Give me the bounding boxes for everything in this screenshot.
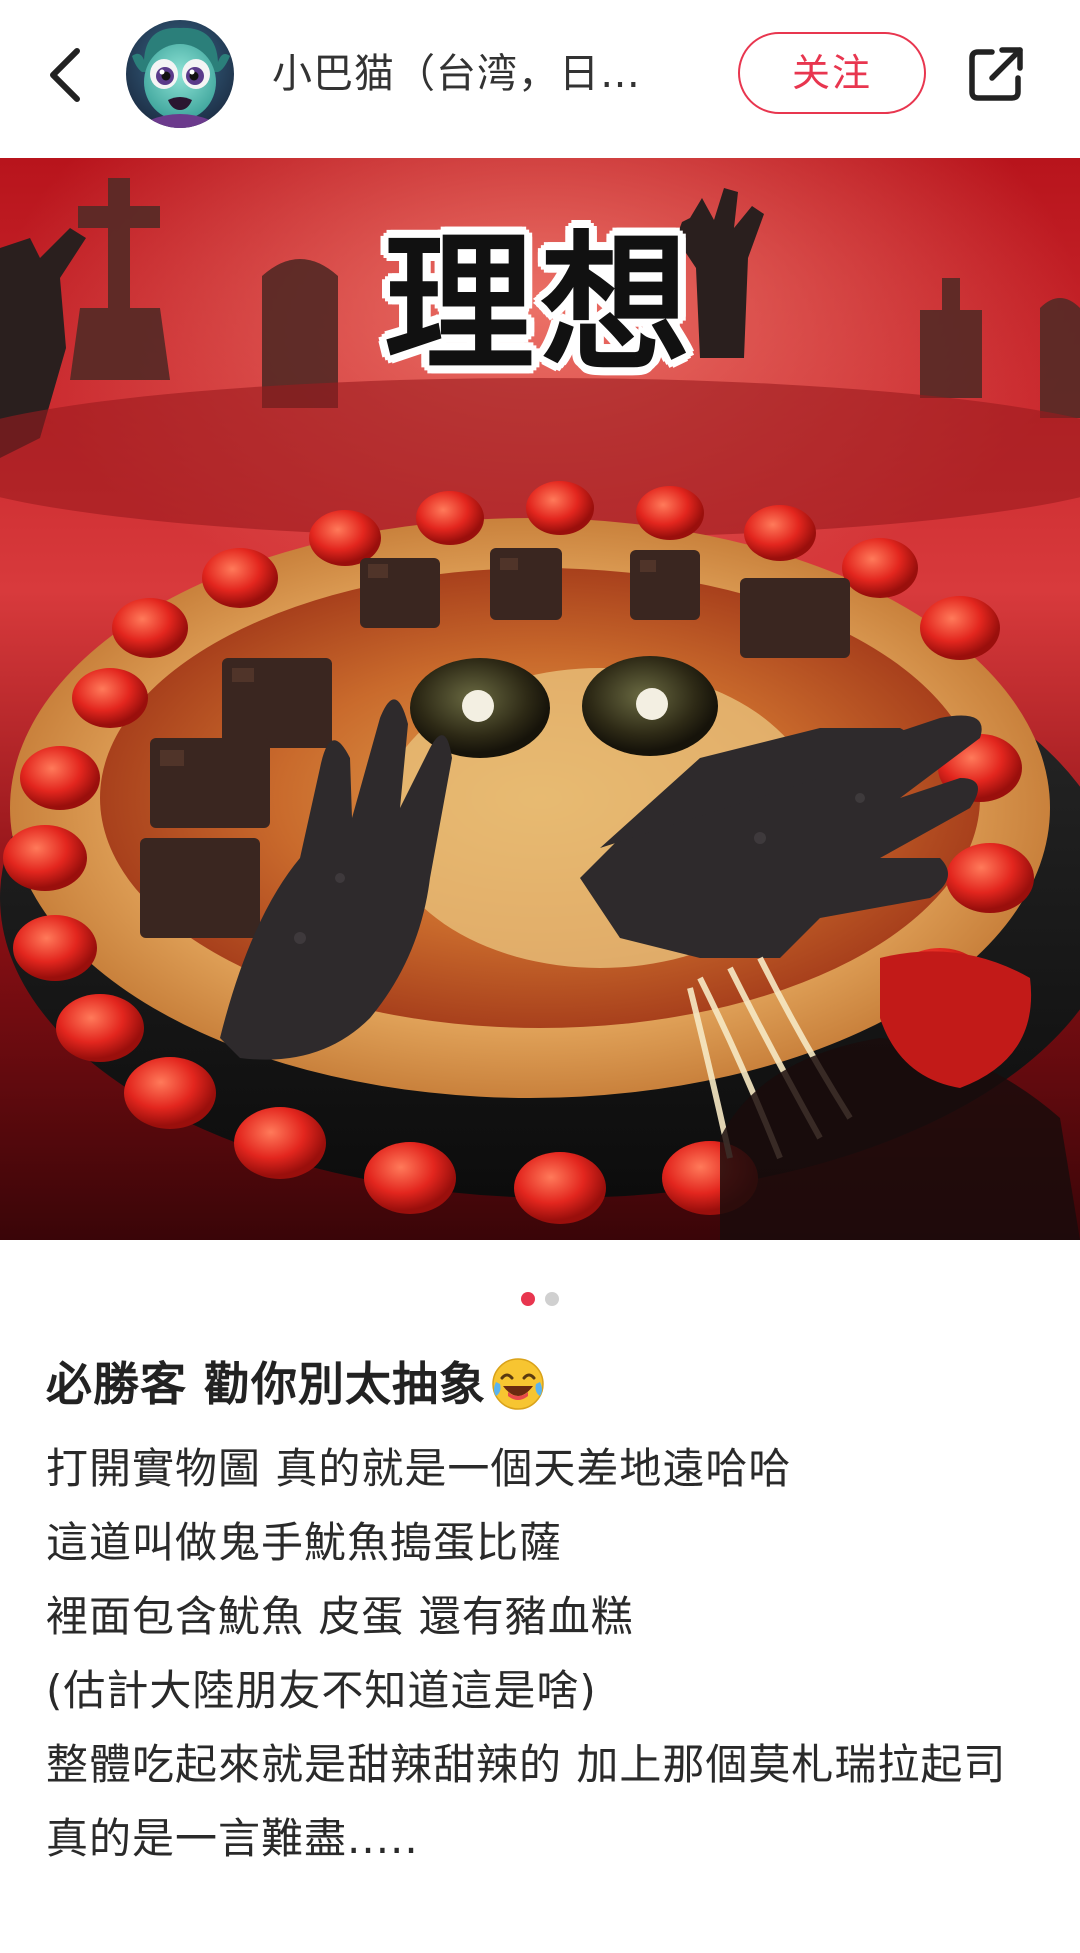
post-line: (估計大陸朋友不知道這是啥) bbox=[46, 1666, 597, 1715]
carousel-pagination bbox=[0, 1292, 1080, 1312]
author-avatar[interactable] bbox=[126, 20, 234, 128]
back-button[interactable] bbox=[30, 30, 100, 120]
post-line: 裡面包含魷魚 皮蛋 還有豬血糕 bbox=[46, 1592, 634, 1641]
post-image-carousel[interactable]: 理想 bbox=[0, 158, 1080, 1240]
share-external-icon bbox=[969, 47, 1023, 101]
post-line: 這道叫做鬼手魷魚搗蛋比薩 bbox=[46, 1518, 563, 1567]
image-overlay-text: 理想 bbox=[383, 218, 696, 392]
post-title-text: 必勝客 勸你別太抽象 bbox=[46, 1357, 487, 1411]
chevron-left-icon bbox=[50, 48, 80, 102]
laughing-crying-emoji-icon bbox=[490, 1356, 546, 1412]
avatar-image bbox=[126, 20, 234, 128]
carousel-dot-1[interactable] bbox=[521, 1292, 535, 1306]
post-line: 真的是一言難盡..... bbox=[46, 1814, 419, 1863]
carousel-dot-2[interactable] bbox=[545, 1292, 559, 1306]
post-content: 必勝客 勸你別太抽象 打開實物圖 真的就是一個天差地遠哈哈 這道叫做鬼手魷魚搗蛋… bbox=[46, 1352, 1036, 1876]
post-line: 整體吃起來就是甜辣甜辣的 加上那個莫札瑞拉起司 bbox=[46, 1740, 1007, 1789]
post-body: 打開實物圖 真的就是一個天差地遠哈哈 這道叫做鬼手魷魚搗蛋比薩 裡面包含魷魚 皮… bbox=[46, 1432, 1036, 1876]
author-name[interactable]: 小巴猫（台湾，日… bbox=[272, 44, 682, 104]
post-line: 打開實物圖 真的就是一個天差地遠哈哈 bbox=[46, 1444, 792, 1493]
post-title: 必勝客 勸你別太抽象 bbox=[46, 1352, 1036, 1416]
follow-button[interactable]: 关注 bbox=[738, 32, 926, 114]
share-button[interactable] bbox=[958, 36, 1034, 112]
top-bar: 小巴猫（台湾，日… 关注 bbox=[0, 0, 1080, 158]
